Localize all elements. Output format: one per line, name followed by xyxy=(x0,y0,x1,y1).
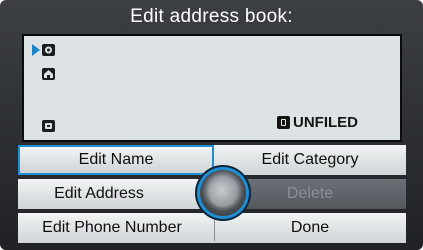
category-icon xyxy=(277,116,290,129)
edit-address-button[interactable]: Edit Address xyxy=(18,179,214,209)
category-label: UNFILED xyxy=(293,114,358,131)
phone-icon xyxy=(42,120,55,132)
category-indicator: UNFILED xyxy=(277,114,358,131)
home-icon xyxy=(42,68,55,80)
done-button[interactable]: Done xyxy=(214,213,406,243)
screen-title: Edit address book: xyxy=(130,6,293,27)
entry-preview-panel: UNFILED xyxy=(22,34,402,142)
edit-menu: Edit Name Edit Category Edit Address Del… xyxy=(18,145,406,243)
person-icon xyxy=(42,44,55,56)
edit-name-button[interactable]: Edit Name xyxy=(18,145,214,175)
edit-phone-number-button[interactable]: Edit Phone Number xyxy=(18,213,214,243)
selection-cursor-icon xyxy=(32,44,40,56)
edit-category-button[interactable]: Edit Category xyxy=(214,145,406,175)
menu-divider xyxy=(214,215,215,241)
selector-knob-icon[interactable] xyxy=(200,170,246,216)
edit-address-book-screen: Edit address book: UNFILED Edit Name Edi… xyxy=(0,0,423,250)
